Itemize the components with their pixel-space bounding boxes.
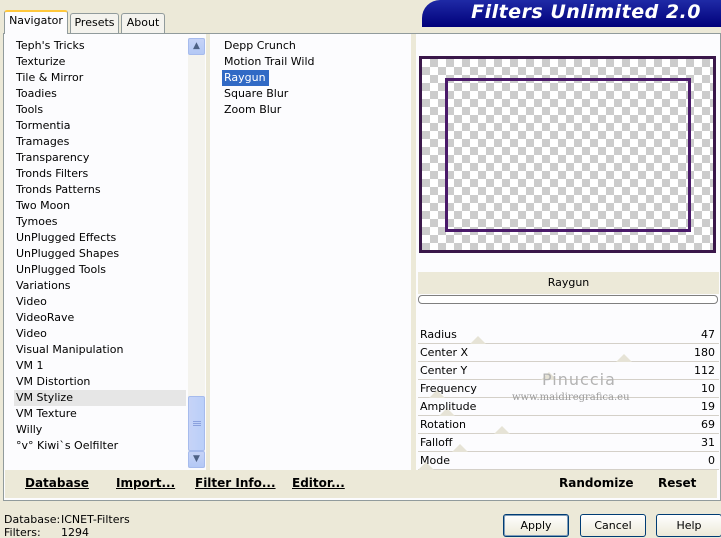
app-title: Filters Unlimited 2.0	[471, 1, 701, 23]
cancel-button[interactable]: Cancel	[580, 514, 646, 537]
param-label: Radius	[420, 328, 457, 341]
filters-count: 1294	[61, 526, 89, 538]
param-label: Falloff	[420, 436, 453, 449]
param-label: Center X	[420, 346, 469, 359]
param-value: 10	[701, 382, 715, 395]
category-item[interactable]: Tools	[14, 102, 186, 118]
database-button[interactable]: Database	[25, 476, 89, 490]
category-item[interactable]: Toadies	[14, 86, 186, 102]
param-slider[interactable]: Rotation 69	[418, 416, 719, 434]
param-value: 0	[708, 454, 715, 467]
param-value: 112	[694, 364, 715, 377]
category-item[interactable]: Visual Manipulation	[14, 342, 186, 358]
category-scrollbar[interactable]: ▲ ▼	[188, 38, 205, 468]
scroll-thumb[interactable]	[188, 396, 205, 451]
category-item[interactable]: Texturize	[14, 54, 186, 70]
category-item[interactable]: Two Moon	[14, 198, 186, 214]
scroll-down-button[interactable]: ▼	[188, 451, 205, 468]
param-value: 31	[701, 436, 715, 449]
category-item[interactable]: Tramages	[14, 134, 186, 150]
category-item[interactable]: Tile & Mirror	[14, 70, 186, 86]
category-list[interactable]: Teph's Tricks Texturize Tile & Mirror Toadi…	[14, 38, 186, 454]
filters-label: Filters:	[4, 526, 41, 538]
reset-button[interactable]: Reset	[658, 476, 696, 490]
filter-list[interactable]: Depp Crunch Motion Trail Wild Raygun Square…	[222, 38, 402, 118]
database-label: Database:	[4, 513, 61, 526]
filter-item[interactable]: Raygun	[222, 70, 402, 86]
slider-thumb[interactable]	[470, 336, 486, 344]
tab-navigator[interactable]: Navigator	[4, 10, 68, 34]
preview-canvas	[419, 56, 716, 253]
tab-about[interactable]: About	[121, 13, 165, 33]
slider-thumb[interactable]	[494, 426, 510, 434]
filter-item[interactable]: Depp Crunch	[222, 38, 402, 54]
slider-thumb[interactable]	[452, 444, 468, 452]
watermark-name: Pinuccia	[542, 370, 616, 389]
preview-filter-name: Raygun	[418, 272, 719, 294]
category-item[interactable]: UnPlugged Shapes	[14, 246, 186, 262]
divider	[206, 34, 210, 470]
randomize-button[interactable]: Randomize	[559, 476, 633, 490]
category-item[interactable]: VM Stylize	[14, 390, 186, 406]
param-value: 69	[701, 418, 715, 431]
category-item[interactable]: Transparency	[14, 150, 186, 166]
progress-bar	[418, 295, 718, 304]
param-slider[interactable]: Radius 47	[418, 326, 719, 344]
apply-button[interactable]: Apply	[503, 514, 569, 537]
param-label: Mode	[420, 454, 450, 467]
editor-button[interactable]: Editor...	[292, 476, 345, 490]
param-slider[interactable]: Center X 180	[418, 344, 719, 362]
param-value: 180	[694, 346, 715, 359]
param-label: Frequency	[420, 382, 477, 395]
category-item[interactable]: °v° Kiwi`s Oelfilter	[14, 438, 186, 454]
help-button[interactable]: Help	[656, 514, 721, 537]
filter-item[interactable]: Zoom Blur	[222, 102, 402, 118]
category-item[interactable]: Willy	[14, 422, 186, 438]
import-button[interactable]: Import...	[116, 476, 175, 490]
param-label: Center Y	[420, 364, 468, 377]
category-item[interactable]: VM 1	[14, 358, 186, 374]
filter-info-button[interactable]: Filter Info...	[195, 476, 276, 490]
tab-presets[interactable]: Presets	[70, 13, 119, 33]
param-label: Rotation	[420, 418, 467, 431]
watermark-site: www.maidiregrafica.eu	[512, 392, 630, 403]
category-item[interactable]: Variations	[14, 278, 186, 294]
category-item[interactable]: Tymoes	[14, 214, 186, 230]
scroll-up-button[interactable]: ▲	[188, 38, 205, 55]
preview-frame	[445, 78, 691, 232]
param-value: 47	[701, 328, 715, 341]
category-item[interactable]: VM Distortion	[14, 374, 186, 390]
filter-item[interactable]: Square Blur	[222, 86, 402, 102]
filter-item[interactable]: Motion Trail Wild	[222, 54, 402, 70]
param-slider[interactable]: Mode 0	[418, 452, 719, 470]
category-item[interactable]: UnPlugged Effects	[14, 230, 186, 246]
category-item[interactable]: Tronds Patterns	[14, 182, 186, 198]
category-item[interactable]: UnPlugged Tools	[14, 262, 186, 278]
title-banner: Filters Unlimited 2.0	[422, 0, 721, 27]
category-item[interactable]: Tormentia	[14, 118, 186, 134]
category-item[interactable]: VideoRave	[14, 310, 186, 326]
database-value: ICNET-Filters	[61, 513, 130, 526]
category-item[interactable]: Video	[14, 294, 186, 310]
category-item[interactable]: Teph's Tricks	[14, 38, 186, 54]
divider	[411, 34, 416, 470]
category-item[interactable]: Tronds Filters	[14, 166, 186, 182]
category-item[interactable]: Video	[14, 326, 186, 342]
slider-thumb[interactable]	[616, 354, 632, 362]
param-value: 19	[701, 400, 715, 413]
param-slider[interactable]: Falloff 31	[418, 434, 719, 452]
category-item[interactable]: VM Texture	[14, 406, 186, 422]
filter-item-label: Raygun	[222, 70, 269, 86]
param-label: Amplitude	[420, 400, 477, 413]
